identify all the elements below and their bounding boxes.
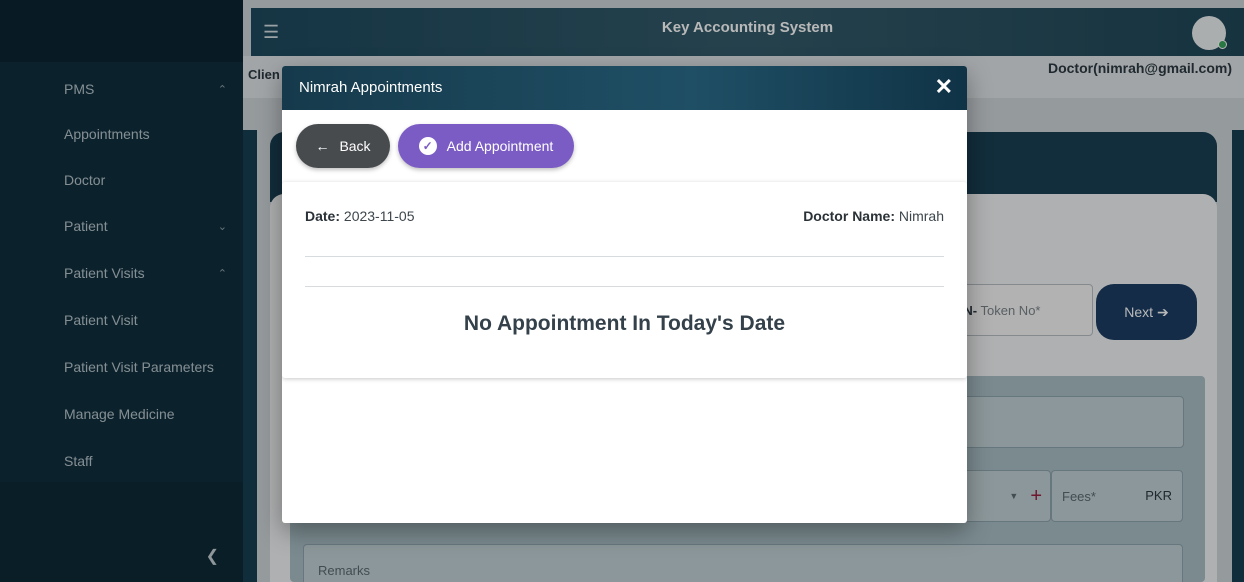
date-info: Date: 2023-11-05: [305, 208, 414, 224]
back-button[interactable]: ← Back: [296, 124, 390, 168]
date-value: 2023-11-05: [343, 208, 415, 224]
check-circle-icon: ✓: [418, 137, 437, 155]
appointment-info-card: Date: 2023-11-05 Doctor Name: Nimrah No …: [282, 182, 967, 378]
doctor-value: Nimrah: [898, 208, 944, 224]
doctor-info: Doctor Name: Nimrah: [803, 208, 944, 224]
arrow-left-icon: ←: [315, 138, 330, 154]
appointments-modal: Nimrah Appointments ✕ ← Back ✓ Add Appoi…: [282, 66, 967, 523]
add-appointment-label: Add Appointment: [446, 138, 554, 154]
modal-header: Nimrah Appointments ✕: [282, 66, 967, 110]
divider: [305, 286, 944, 287]
back-button-label: Back: [339, 138, 371, 154]
date-label: Date:: [305, 208, 341, 224]
empty-state-message: No Appointment In Today's Date: [463, 312, 786, 335]
close-icon[interactable]: ✕: [935, 76, 953, 98]
add-appointment-button[interactable]: ✓ Add Appointment: [398, 124, 574, 168]
doctor-label: Doctor Name:: [803, 208, 895, 224]
divider: [305, 256, 944, 257]
modal-title: Nimrah Appointments: [299, 79, 443, 96]
